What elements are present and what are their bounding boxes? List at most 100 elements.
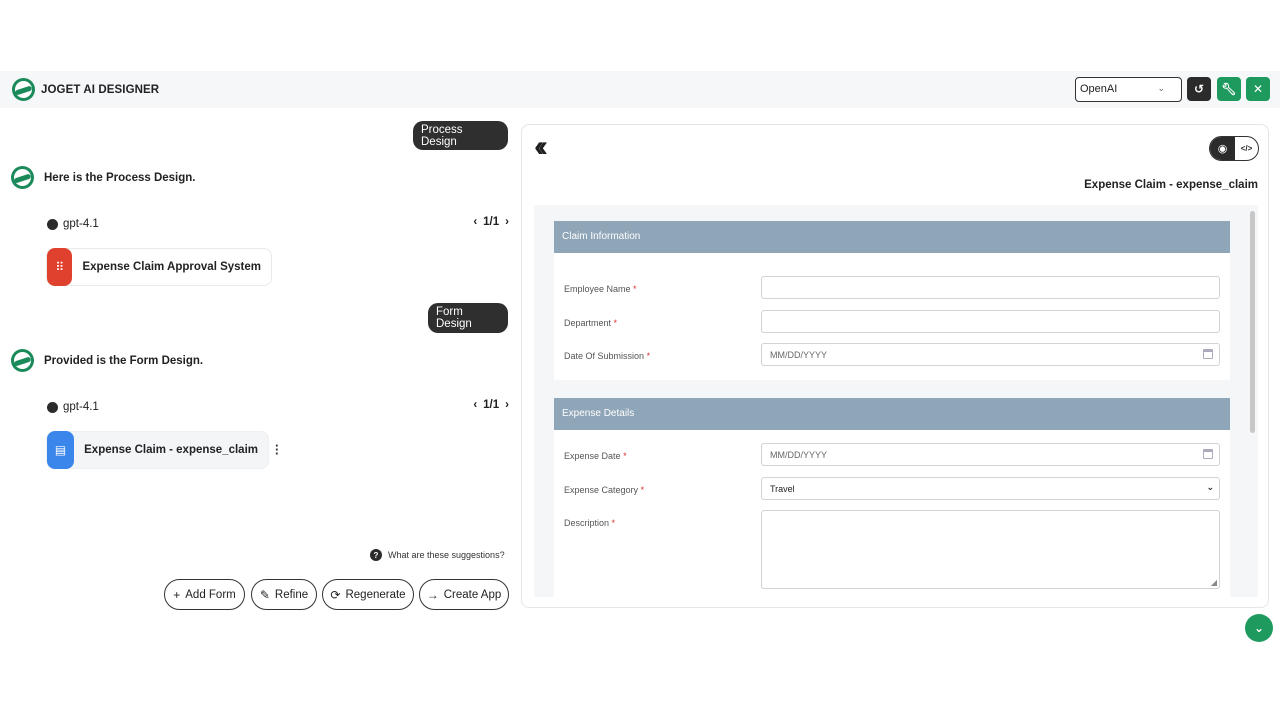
model-dot-icon	[47, 401, 58, 413]
app-header: JOGET AI DESIGNER OpenAI ⌄ ↺ 🔧︎ ✕	[0, 71, 1280, 108]
form-design-card[interactable]: ▤ Expense Claim - expense_claim · · ·	[46, 431, 279, 469]
form-canvas: Claim Information Employee Name * Depart…	[534, 205, 1258, 597]
description-textarea[interactable]: ◢	[761, 510, 1220, 589]
field-label-text: Description	[564, 518, 610, 528]
field-label: Description *	[564, 518, 615, 528]
calendar-icon[interactable]	[1203, 349, 1213, 359]
expense-date-input[interactable]: MM/DD/YYYY	[761, 443, 1220, 466]
date-placeholder: MM/DD/YYYY	[770, 350, 828, 360]
form-section: Claim Information Employee Name * Depart…	[554, 221, 1230, 380]
chevron-left-icon[interactable]: ‹	[473, 216, 477, 228]
add-form-button[interactable]: + Add Form	[164, 579, 245, 610]
ai-message-process: Here is the Process Design.	[11, 166, 195, 189]
expense-category-select[interactable]: Travel ⌄	[761, 477, 1220, 500]
pager-count: 1/1	[483, 216, 500, 228]
required-marker: *	[613, 318, 618, 328]
chevron-down-icon: ⌄	[1157, 83, 1165, 93]
scroll-to-bottom-button[interactable]: ⌄	[1245, 614, 1273, 642]
create-app-label: Create App	[443, 588, 502, 601]
field-label: Expense Date *	[564, 451, 627, 461]
arrow-right-icon: →	[426, 587, 439, 602]
form-preview-title: Expense Claim - expense_claim	[1084, 179, 1258, 191]
plus-icon: +	[173, 587, 181, 602]
resize-handle-icon[interactable]: ◢	[1211, 578, 1217, 587]
close-button[interactable]: ✕	[1246, 77, 1270, 101]
select-value: Travel	[770, 484, 795, 494]
preview-scrollbar[interactable]	[1250, 211, 1255, 591]
form-section: Expense Details Expense Date * MM/DD/YYY…	[554, 398, 1230, 597]
required-marker: *	[640, 485, 645, 495]
chevron-down-icon: ⌄	[1206, 482, 1214, 492]
wrench-icon: 🔧︎	[1221, 82, 1237, 96]
required-marker: *	[633, 284, 637, 294]
code-icon[interactable]: </>	[1235, 137, 1258, 160]
chevron-right-icon[interactable]: ›	[505, 216, 509, 228]
provider-select[interactable]: OpenAI ⌄	[1075, 77, 1182, 102]
user-message-text: Form Design	[436, 306, 472, 330]
process-flow-icon: ⠿	[47, 248, 73, 286]
regenerate-label: Regenerate	[345, 588, 406, 601]
field-label: Employee Name *	[564, 284, 637, 294]
required-marker: *	[646, 351, 651, 361]
pager-form: ‹ 1/1 ›	[473, 399, 509, 411]
scrollbar-thumb[interactable]	[1250, 211, 1255, 433]
settings-button[interactable]: 🔧︎	[1217, 77, 1241, 101]
joget-logo-icon	[12, 78, 35, 101]
refine-button[interactable]: ✎ Refine	[251, 579, 317, 610]
process-design-card[interactable]: ⠿ Expense Claim Approval System	[46, 248, 272, 286]
model-name: gpt-4.1	[63, 218, 99, 230]
brand: JOGET AI DESIGNER	[12, 78, 159, 101]
section-header: Claim Information	[554, 221, 1230, 253]
ai-message-form: Provided is the Form Design.	[11, 349, 203, 372]
field-label-text: Date Of Submission	[564, 351, 645, 361]
required-marker: *	[623, 451, 627, 461]
more-options-icon[interactable]: · · ·	[275, 439, 279, 460]
field-label-text: Employee Name	[564, 284, 631, 294]
user-message-form: Form Design	[428, 303, 508, 333]
brand-name: JOGET AI DESIGNER	[41, 83, 160, 96]
view-toggle[interactable]: ◉ </>	[1209, 136, 1259, 161]
model-name: gpt-4.1	[63, 401, 99, 413]
form-card-label: Expense Claim - expense_claim	[84, 444, 258, 456]
field-label: Department *	[564, 318, 617, 328]
create-app-button[interactable]: → Create App	[419, 579, 509, 610]
help-icon: ?	[370, 549, 382, 561]
field-label-text: Expense Date	[564, 451, 621, 461]
app-root: JOGET AI DESIGNER OpenAI ⌄ ↺ 🔧︎ ✕ Proces…	[0, 0, 1280, 720]
chevron-left-icon[interactable]: ‹	[473, 399, 477, 411]
user-message-process: Process Design	[413, 121, 508, 150]
double-chevron-down-icon: ⌄	[1253, 621, 1265, 635]
field-label: Expense Category *	[564, 485, 644, 495]
field-label-text: Department	[564, 318, 612, 328]
suggestions-help[interactable]: ? What are these suggestions?	[370, 549, 505, 561]
suggestions-help-text: What are these suggestions?	[388, 550, 505, 560]
undo-icon: ↺	[1193, 82, 1205, 96]
ai-message-text: Here is the Process Design.	[44, 171, 196, 184]
edit-icon: ✎	[259, 587, 270, 602]
user-message-text: Process Design	[421, 123, 463, 148]
document-icon: ▤	[47, 431, 75, 469]
close-icon: ✕	[1252, 82, 1264, 96]
add-form-label: Add Form	[185, 588, 236, 601]
regenerate-button[interactable]: ⟳ Regenerate	[322, 579, 414, 610]
reset-button[interactable]: ↺	[1187, 77, 1211, 101]
model-row-form: gpt-4.1 ‹ 1/1 ›	[47, 399, 509, 415]
calendar-icon[interactable]	[1203, 449, 1213, 459]
department-input[interactable]	[761, 310, 1220, 333]
form-preview-panel: ‹‹ ◉ </> Expense Claim - expense_claim C…	[521, 124, 1269, 608]
employee-name-input[interactable]	[761, 276, 1220, 299]
field-label: Date Of Submission *	[564, 351, 650, 361]
model-dot-icon	[47, 218, 58, 230]
date-placeholder: MM/DD/YYYY	[770, 450, 828, 460]
assistant-avatar-icon	[11, 166, 34, 189]
pager-count: 1/1	[483, 399, 500, 411]
refresh-icon: ⟳	[330, 587, 341, 602]
required-marker: *	[611, 518, 616, 528]
model-row-process: gpt-4.1 ‹ 1/1 ›	[47, 216, 509, 232]
assistant-avatar-icon	[11, 349, 34, 372]
eye-icon[interactable]: ◉	[1210, 137, 1235, 160]
date-of-submission-input[interactable]: MM/DD/YYYY	[761, 343, 1220, 366]
collapse-panel-icon[interactable]: ‹‹	[534, 131, 548, 163]
ai-message-text: Provided is the Form Design.	[44, 354, 204, 367]
chevron-right-icon[interactable]: ›	[505, 399, 509, 411]
